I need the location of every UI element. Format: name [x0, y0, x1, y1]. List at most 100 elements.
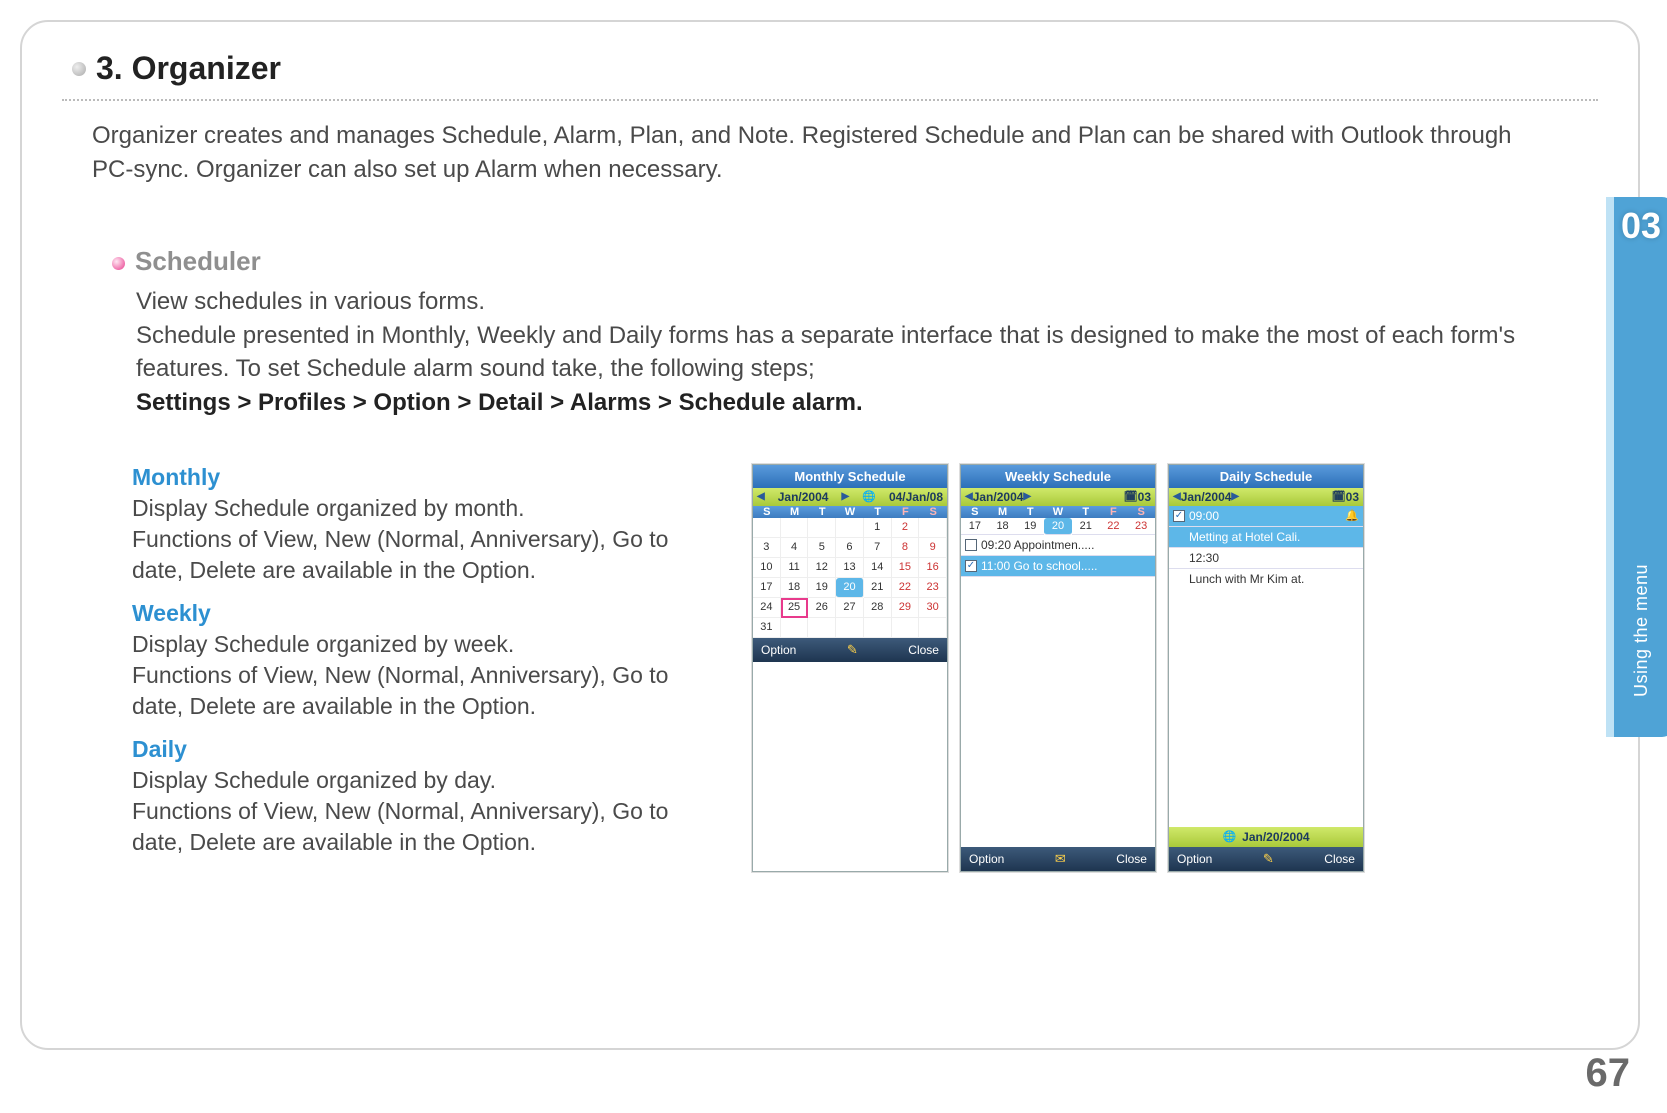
calendar-cell[interactable]: 18 — [781, 578, 809, 598]
chevron-left-icon[interactable]: ◀ — [965, 491, 973, 502]
settings-path: Settings > Profiles > Option > Detail > … — [136, 386, 1538, 420]
calendar-cell[interactable]: 30 — [919, 598, 947, 618]
softkey-close[interactable]: Close — [908, 643, 939, 657]
calendar-cell[interactable]: 1 — [864, 518, 892, 538]
calendar-cell[interactable]: 31 — [753, 618, 781, 638]
calendar-cell[interactable]: 15 — [892, 558, 920, 578]
week-day-cell[interactable]: 17 — [961, 518, 989, 535]
week-day-cell[interactable]: 23 — [1127, 518, 1155, 535]
week-day-cell[interactable]: 19 — [1016, 518, 1044, 535]
calendar-cell[interactable]: 10 — [753, 558, 781, 578]
calendar-cell[interactable]: 6 — [836, 538, 864, 558]
calendar-cell[interactable] — [836, 618, 864, 638]
softkey-close[interactable]: Close — [1116, 852, 1147, 866]
calendar-cell[interactable]: 21 — [864, 578, 892, 598]
calendar-cell[interactable]: 27 — [836, 598, 864, 618]
calendar-cell[interactable] — [808, 618, 836, 638]
chevron-right-icon[interactable]: ▶ — [1231, 491, 1239, 502]
view-title: Daily — [132, 736, 722, 763]
calendar-cell[interactable] — [864, 618, 892, 638]
checkbox-icon[interactable] — [965, 539, 977, 551]
calendar-cell[interactable]: 29 — [892, 598, 920, 618]
section-title: Scheduler — [135, 246, 261, 277]
edit-icon[interactable]: ✎ — [1263, 851, 1274, 867]
calendar-cell[interactable]: 22 — [892, 578, 920, 598]
calendar-cell[interactable] — [836, 518, 864, 538]
calendar-cell[interactable]: 23 — [919, 578, 947, 598]
calendar-cell[interactable]: 13 — [836, 558, 864, 578]
section-title-row: Scheduler — [112, 246, 1538, 277]
dow-cell: M — [781, 506, 809, 518]
checkbox-icon[interactable]: ✓ — [965, 560, 977, 572]
softkey-close[interactable]: Close — [1324, 852, 1355, 866]
dow-cell: T — [1072, 506, 1100, 518]
side-tab: 03 Using the menu — [1606, 197, 1667, 737]
list-item-detail: Metting at Hotel Cali. — [1169, 527, 1363, 548]
phone-title: Weekly Schedule — [961, 465, 1155, 488]
chevron-left-icon[interactable]: ◀ — [1173, 491, 1181, 502]
list-item[interactable]: ✓ 09:00 🔔 — [1169, 506, 1363, 527]
softkey-option[interactable]: Option — [1177, 852, 1212, 866]
week-day-cell[interactable]: 18 — [989, 518, 1017, 535]
calendar-cell[interactable] — [919, 518, 947, 538]
chevron-right-icon[interactable]: ▶ — [1023, 491, 1031, 502]
calendar-cell[interactable]: 8 — [892, 538, 920, 558]
dow-cell: S — [961, 506, 989, 518]
manual-page: 3. Organizer Organizer creates and manag… — [20, 20, 1640, 1050]
softkey-option[interactable]: Option — [969, 852, 1004, 866]
calendar-cell[interactable] — [919, 618, 947, 638]
calendar-cell[interactable]: 20 — [836, 578, 864, 598]
calendar-cell[interactable]: 26 — [808, 598, 836, 618]
list-item[interactable]: ✓ 11:00 Go to school..... — [961, 556, 1155, 577]
calendar-cell[interactable]: 5 — [808, 538, 836, 558]
calendar-cell[interactable]: 9 — [919, 538, 947, 558]
calendar-cell[interactable] — [781, 618, 809, 638]
event-text: Lunch with Mr Kim at. — [1189, 572, 1304, 586]
chevron-right-icon[interactable]: ▶ — [841, 491, 849, 502]
week-day-strip[interactable]: 17181920212223 — [961, 518, 1155, 535]
view-block-monthly: Monthly Display Schedule organized by mo… — [132, 464, 722, 586]
view-body: Display Schedule organized by week. Func… — [132, 629, 722, 722]
dow-cell: W — [836, 506, 864, 518]
calendar-cell[interactable]: 25 — [781, 598, 809, 618]
calendar-cell[interactable] — [892, 618, 920, 638]
phone-title: Monthly Schedule — [753, 465, 947, 488]
calendar-cell[interactable] — [753, 518, 781, 538]
bell-icon: 🔔 — [1345, 509, 1359, 522]
calendar-cell[interactable]: 16 — [919, 558, 947, 578]
calendar-cell[interactable]: 4 — [781, 538, 809, 558]
calendar-cell[interactable] — [781, 518, 809, 538]
calendar-cell[interactable]: 19 — [808, 578, 836, 598]
dow-header: S M T W T F S — [961, 506, 1155, 518]
list-item[interactable]: 12:30 — [1169, 548, 1363, 569]
calendar-cell[interactable]: 17 — [753, 578, 781, 598]
calendar-cell[interactable]: 24 — [753, 598, 781, 618]
edit-icon[interactable]: ✎ — [847, 642, 858, 658]
calendar-cell[interactable]: 7 — [864, 538, 892, 558]
view-block-daily: Daily Display Schedule organized by day.… — [132, 736, 722, 858]
view-title: Weekly — [132, 600, 722, 627]
week-day-cell[interactable]: 21 — [1072, 518, 1100, 535]
dow-cell: T — [864, 506, 892, 518]
daily-event-list: ✓ 09:00 🔔 Metting at Hotel Cali. 12:30 L… — [1169, 506, 1363, 827]
screenshots-column: Monthly Schedule ◀ Jan/2004 ▶ 🌐 04/Jan/0… — [752, 464, 1368, 872]
calendar-cell[interactable]: 12 — [808, 558, 836, 578]
chevron-left-icon[interactable]: ◀ — [757, 491, 765, 502]
week-day-cell[interactable]: 20 — [1044, 518, 1072, 535]
checkbox-icon[interactable]: ✓ — [1173, 510, 1185, 522]
calendar-cell[interactable]: 14 — [864, 558, 892, 578]
calendar-cell[interactable]: 3 — [753, 538, 781, 558]
calendar-cell[interactable]: 11 — [781, 558, 809, 578]
list-item[interactable]: 09:20 Appointmen..... — [961, 535, 1155, 556]
softkey-option[interactable]: Option — [761, 643, 796, 657]
calendar-cell[interactable] — [808, 518, 836, 538]
calendar-grid[interactable]: 1234567891011121314151617181920212223242… — [753, 518, 947, 638]
chapter-label: Using the menu — [1631, 564, 1652, 697]
dow-cell: W — [1044, 506, 1072, 518]
calendar-cell[interactable]: 28 — [864, 598, 892, 618]
phone-softkeys: Option ✎ Close — [753, 638, 947, 662]
check-icon[interactable]: ✉ — [1055, 851, 1066, 867]
dow-cell: M — [989, 506, 1017, 518]
calendar-cell[interactable]: 2 — [892, 518, 920, 538]
week-day-cell[interactable]: 22 — [1100, 518, 1128, 535]
